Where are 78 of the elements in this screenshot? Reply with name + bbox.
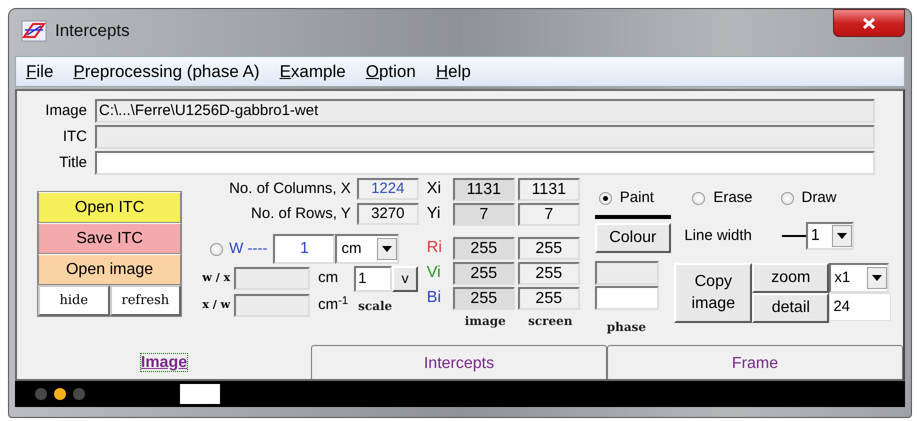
path-field[interactable] xyxy=(95,125,875,149)
value-cell: 7 xyxy=(452,202,515,226)
unit-label: cm xyxy=(318,268,340,288)
value-cell: 1131 xyxy=(518,178,580,200)
dropdown-arrow-icon xyxy=(382,246,392,252)
app-icon xyxy=(21,20,47,42)
dimension-value: 3270 xyxy=(356,203,419,225)
close-icon xyxy=(862,16,876,30)
value-cell: 255 xyxy=(452,286,515,310)
dropdown-arrow-icon xyxy=(872,275,882,281)
width-label: W ---- xyxy=(229,238,268,259)
value-cell: 255 xyxy=(518,262,580,284)
field-label: ITC xyxy=(62,126,88,147)
field-label: Title xyxy=(58,152,88,173)
menu-item[interactable]: Help xyxy=(426,58,481,84)
tab[interactable]: Intercepts xyxy=(311,345,607,379)
close-button[interactable] xyxy=(833,9,905,37)
radio-button[interactable] xyxy=(210,242,224,256)
menu-item[interactable]: File xyxy=(16,58,64,84)
width-field[interactable]: 1 xyxy=(273,234,336,264)
copy-image-button[interactable]: Copy image xyxy=(674,263,752,323)
axis-label: Bi xyxy=(426,288,442,308)
value-cell: 255 xyxy=(452,262,515,284)
ratio-label: x / w xyxy=(201,297,232,314)
unit-dropdown[interactable]: cm xyxy=(335,234,400,264)
axis-label: Vi xyxy=(426,263,442,283)
field-label: Image xyxy=(44,100,88,121)
phase-field xyxy=(594,286,659,310)
value-cell: 255 xyxy=(452,236,515,260)
path-field[interactable]: C:\...\Ferre\U1256D-gabbro1-wet xyxy=(95,99,875,123)
file-button[interactable]: Open ITC xyxy=(38,192,182,223)
ratio-field[interactable] xyxy=(234,294,310,317)
tab[interactable]: Frame xyxy=(607,345,903,379)
ratio-label: w / x xyxy=(201,270,232,286)
value-cell: 1131 xyxy=(452,178,515,200)
line-width-dropdown[interactable]: 1 xyxy=(806,222,854,250)
ratio-field[interactable] xyxy=(234,267,310,290)
dimension-value: 1224 xyxy=(356,178,419,200)
menu-item[interactable]: Example xyxy=(270,58,356,84)
title-field[interactable] xyxy=(95,151,875,175)
radio-label: Erase xyxy=(713,188,752,208)
line-width-label: Line width xyxy=(684,226,752,246)
dropdown-arrow-icon xyxy=(836,233,847,239)
axis-label: Xi xyxy=(426,179,442,199)
phase-field xyxy=(594,261,659,285)
dimension-label: No. of Columns, X xyxy=(229,178,352,199)
axis-label: Yi xyxy=(426,204,442,224)
indicator-box xyxy=(180,384,220,404)
caption: image xyxy=(464,313,507,330)
small-button[interactable]: refresh xyxy=(110,285,182,316)
menu-item[interactable]: Option xyxy=(356,58,426,84)
file-button[interactable]: Save ITC xyxy=(38,223,182,254)
radio-button[interactable] xyxy=(692,192,706,204)
value-cell: 255 xyxy=(518,236,580,260)
caption: screen xyxy=(527,313,574,330)
zoom-button[interactable]: zoom xyxy=(752,263,830,293)
scale-field[interactable]: 1 xyxy=(354,266,392,292)
small-button[interactable]: hide xyxy=(38,285,110,316)
detail-button[interactable]: detail xyxy=(752,293,830,323)
line-sample-icon xyxy=(782,234,806,238)
colour-button[interactable]: Colour xyxy=(594,223,671,253)
radio-label: Draw xyxy=(802,188,837,208)
zoom-dropdown[interactable]: x1 xyxy=(829,263,890,293)
menu-item[interactable]: Preprocessing (phase A) xyxy=(63,58,270,84)
axis-label: Ri xyxy=(426,238,443,258)
file-button[interactable]: Open image xyxy=(38,254,182,285)
value-cell: 255 xyxy=(518,286,580,310)
radio-label: Paint xyxy=(620,188,654,208)
detail-field[interactable]: 24 xyxy=(829,293,892,321)
window-title: Intercepts xyxy=(55,20,130,42)
unit-label: cm$^{-1}$ xyxy=(318,294,350,316)
scale-button[interactable]: v xyxy=(392,266,418,292)
value-cell: 7 xyxy=(518,202,580,226)
dimension-label: No. of Rows, Y xyxy=(251,204,352,224)
caption: phase xyxy=(606,319,648,336)
radio-button[interactable] xyxy=(780,192,794,204)
caption: scale xyxy=(358,298,392,314)
radio-button[interactable] xyxy=(598,192,612,204)
